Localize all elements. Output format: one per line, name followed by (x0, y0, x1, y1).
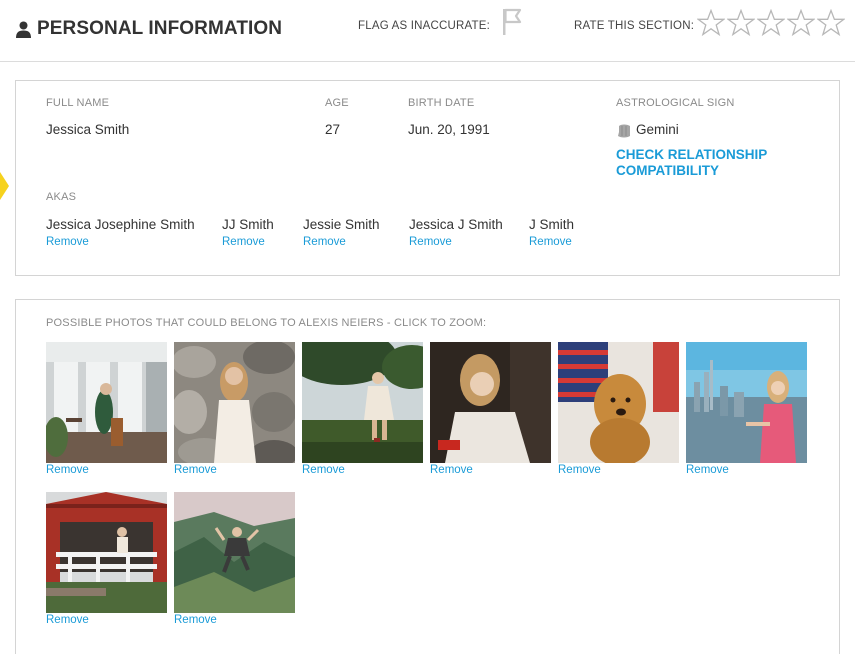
photo-thumbnail[interactable] (46, 342, 167, 463)
aka-item: Jessica Josephine Smith Remove (46, 216, 195, 248)
aka-item: Jessie Smith Remove (303, 216, 380, 248)
photo-item: Remove (174, 342, 295, 476)
photo-thumbnail[interactable] (174, 492, 295, 613)
section-title: PERSONAL INFORMATION (37, 18, 283, 39)
photo-item: Remove (46, 342, 167, 476)
photo-item: Remove (174, 492, 295, 626)
aka-name: Jessica Josephine Smith (46, 217, 195, 232)
age-value: 27 (325, 122, 341, 137)
full-name-value: Jessica Smith (46, 122, 130, 137)
photo-remove-link[interactable]: Remove (430, 464, 551, 476)
user-icon (16, 21, 31, 38)
photo-remove-link[interactable]: Remove (174, 464, 295, 476)
photo-item: Remove (686, 342, 807, 476)
star-1-icon[interactable] (696, 8, 726, 37)
flag-label: FLAG AS INACCURATE: (358, 20, 491, 32)
aka-name: JJ Smith (222, 217, 274, 232)
photo-remove-link[interactable]: Remove (558, 464, 679, 476)
photo-remove-link[interactable]: Remove (302, 464, 423, 476)
flag-icon[interactable] (501, 8, 523, 36)
photo-item: Remove (558, 342, 679, 476)
aka-remove-link[interactable]: Remove (529, 236, 574, 248)
aka-remove-link[interactable]: Remove (409, 236, 503, 248)
photo-thumbnail[interactable] (174, 342, 295, 463)
section-header: PERSONAL INFORMATION FLAG AS INACCURATE:… (0, 0, 855, 62)
compat-line-2: COMPATIBILITY (616, 163, 719, 178)
photo-item: Remove (302, 342, 423, 476)
photo-remove-link[interactable]: Remove (174, 614, 295, 626)
photo-item: Remove (430, 342, 551, 476)
compat-line-1: CHECK RELATIONSHIP (616, 147, 768, 162)
aka-item: J Smith Remove (529, 216, 574, 248)
photo-thumbnail[interactable] (302, 342, 423, 463)
photo-thumbnail[interactable] (46, 492, 167, 613)
aka-name: Jessie Smith (303, 217, 380, 232)
akas-label: AKAS (46, 191, 77, 203)
photos-label: POSSIBLE PHOTOS THAT COULD BELONG TO ALE… (46, 317, 487, 329)
birth-date-value: Jun. 20, 1991 (408, 122, 490, 137)
photo-thumbnail[interactable] (686, 342, 807, 463)
astrological-sign-label: ASTROLOGICAL SIGN (616, 97, 735, 109)
full-name-label: FULL NAME (46, 97, 110, 109)
personal-info-card: FULL NAME Jessica Smith AGE 27 BIRTH DAT… (15, 80, 840, 276)
aka-remove-link[interactable]: Remove (303, 236, 380, 248)
astrological-sign-value: Gemini (636, 122, 679, 137)
section-title-wrap: PERSONAL INFORMATION (16, 18, 282, 40)
star-3-icon[interactable] (756, 8, 786, 37)
aka-item: JJ Smith Remove (222, 216, 274, 248)
birth-date-label: BIRTH DATE (408, 97, 475, 109)
aka-remove-link[interactable]: Remove (222, 236, 274, 248)
check-compatibility-link[interactable]: CHECK RELATIONSHIP COMPATIBILITY (616, 147, 767, 179)
photo-thumbnail[interactable] (558, 342, 679, 463)
photo-remove-link[interactable]: Remove (686, 464, 807, 476)
photo-remove-link[interactable]: Remove (46, 614, 167, 626)
aka-name: J Smith (529, 217, 575, 232)
photo-remove-link[interactable]: Remove (46, 464, 167, 476)
aka-remove-link[interactable]: Remove (46, 236, 195, 248)
photo-thumbnail[interactable] (430, 342, 551, 463)
star-4-icon[interactable] (786, 8, 816, 37)
photo-item: Remove (46, 492, 167, 626)
age-label: AGE (325, 97, 349, 109)
star-2-icon[interactable] (726, 8, 756, 37)
highlight-tab (0, 172, 9, 200)
aka-name: Jessica J Smith (409, 217, 503, 232)
rating-stars (696, 8, 847, 37)
aka-item: Jessica J Smith Remove (409, 216, 503, 248)
photos-card: POSSIBLE PHOTOS THAT COULD BELONG TO ALE… (15, 299, 840, 654)
star-5-icon[interactable] (816, 8, 846, 37)
gemini-icon (618, 124, 630, 138)
rate-label: RATE THIS SECTION: (574, 20, 695, 32)
